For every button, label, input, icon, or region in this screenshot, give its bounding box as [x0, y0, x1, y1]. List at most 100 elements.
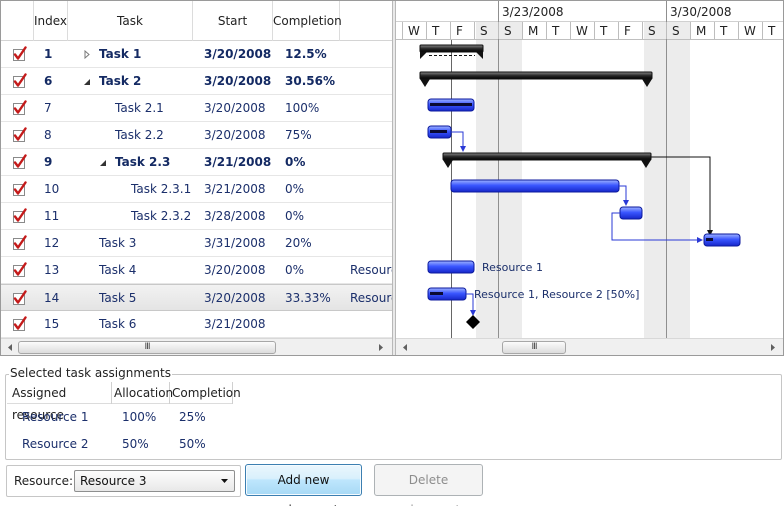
resource-select[interactable]: Resource 3	[74, 470, 235, 492]
chart-horizontal-scrollbar[interactable]: III	[396, 338, 783, 355]
completion-column-header[interactable]: Completion	[273, 1, 342, 41]
start-column-header[interactable]: Start	[193, 1, 273, 41]
task-row[interactable]: 10 Task 2.3.1 3/21/2008 0%	[1, 176, 392, 203]
assigned-resource-column-header[interactable]: Assigned resource	[7, 382, 112, 422]
task-column-header[interactable]: Task	[68, 1, 193, 41]
checkbox-checked-icon[interactable]	[12, 73, 27, 89]
grid-horizontal-scrollbar[interactable]: III	[1, 338, 392, 355]
task-resource	[350, 122, 392, 149]
assignment-row[interactable]: Resource 1 100% 25%	[7, 404, 307, 431]
task-2-3-2-bar[interactable]	[619, 206, 643, 220]
add-assignment-button[interactable]: Add new assignment	[245, 464, 362, 506]
scroll-right-icon[interactable]	[377, 343, 385, 352]
gantt-timeline: 3/23/2008 3/30/2008 WTFSSMTWTFSSMTWT Res…	[396, 1, 783, 338]
task-row[interactable]: 11 Task 2.3.2 3/28/2008 0%	[1, 203, 392, 230]
task-completion: 33.33%	[285, 291, 331, 305]
task-row[interactable]: 8 Task 2.2 3/20/2008 75%	[1, 122, 392, 149]
grid-scroll-thumb[interactable]: III	[18, 341, 276, 354]
task-5-resource-label: Resource 1, Resource 2 [50%]	[474, 288, 639, 301]
task-start: 3/21/2008	[204, 182, 266, 196]
checkbox-checked-icon[interactable]	[12, 127, 27, 143]
day-label: T	[431, 24, 440, 38]
week-label: 3/30/2008	[670, 5, 732, 19]
assignments-grid-header: Assigned resource Allocation Completion	[7, 382, 241, 422]
checkbox-checked-icon[interactable]	[12, 181, 27, 197]
task-completion: 12.5%	[285, 47, 327, 61]
delete-assignments-button[interactable]: Delete assignments	[374, 464, 483, 506]
task-row[interactable]: 9 Task 2.3 3/21/2008 0%	[1, 149, 392, 176]
checkbox-checked-icon[interactable]	[12, 154, 27, 170]
task-row[interactable]: 7 Task 2.1 3/20/2008 100%	[1, 95, 392, 122]
assignment-row[interactable]: Resource 2 50% 50%	[7, 431, 307, 458]
assignment-resource: Resource 2	[22, 437, 89, 451]
day-label: S	[480, 24, 488, 38]
allocation-column-header[interactable]: Allocation	[112, 382, 173, 404]
day-label: W	[576, 24, 588, 38]
day-label: F	[624, 24, 631, 38]
task-3-bar[interactable]	[703, 233, 741, 247]
checkbox-column-header[interactable]	[1, 1, 34, 41]
day-label: T	[719, 24, 728, 38]
task-name: Task 4	[99, 263, 137, 277]
task-2-3-summary-bar[interactable]	[442, 152, 652, 168]
day-label: S	[504, 24, 512, 38]
task-start: 3/21/2008	[204, 155, 272, 169]
task-name: Task 5	[99, 291, 137, 305]
task-index: 8	[44, 128, 52, 142]
assignment-completion: 50%	[179, 437, 206, 451]
task-completion: 0%	[285, 209, 305, 223]
task-index: 1	[44, 47, 53, 61]
dependency-arrow	[451, 131, 466, 152]
day-label: T	[767, 24, 776, 38]
task-index: 7	[44, 101, 52, 115]
collapse-icon[interactable]	[99, 158, 107, 167]
task-name: Task 2.2	[115, 128, 164, 142]
resource-label: Resource:	[14, 474, 74, 488]
task-row[interactable]: 15 Task 6 3/21/2008	[1, 311, 392, 338]
task-row[interactable]: 1 Task 1 3/20/2008 12.5%	[1, 41, 392, 68]
resource-select-value: Resource 3	[80, 474, 147, 488]
checkbox-checked-icon[interactable]	[12, 262, 27, 278]
task-row[interactable]: 13 Task 4 3/20/2008 0% Resourc	[1, 257, 392, 284]
task-name: Task 2.3.1	[131, 182, 192, 196]
day-label: S	[648, 24, 656, 38]
task-5-bar[interactable]	[427, 287, 467, 301]
task-index: 9	[44, 155, 53, 169]
checkbox-checked-icon[interactable]	[12, 100, 27, 116]
task-start: 3/20/2008	[204, 263, 266, 277]
expand-icon[interactable]	[83, 50, 91, 59]
assignment-completion: 25%	[179, 410, 206, 424]
scroll-right-icon[interactable]	[769, 343, 777, 352]
task-2-2-bar[interactable]	[427, 125, 452, 139]
completion-column-header[interactable]: Completion	[170, 382, 241, 404]
day-label: M	[696, 24, 706, 38]
scroll-left-icon[interactable]	[6, 343, 14, 352]
checkbox-checked-icon[interactable]	[12, 235, 27, 251]
task-row[interactable]: 6 Task 2 3/20/2008 30.56%	[1, 68, 392, 95]
index-column-header[interactable]: Index	[34, 1, 68, 41]
task-2-summary-bar[interactable]	[419, 71, 653, 87]
checkbox-checked-icon[interactable]	[12, 290, 27, 306]
task-4-bar[interactable]	[427, 260, 475, 274]
checkbox-checked-icon[interactable]	[12, 208, 27, 224]
chart-scroll-thumb[interactable]: III	[502, 341, 566, 354]
resource-column-header[interactable]	[340, 1, 392, 41]
task-start: 3/31/2008	[204, 236, 266, 250]
scroll-left-icon[interactable]	[401, 343, 409, 352]
task-index: 6	[44, 74, 53, 88]
task-row[interactable]: 12 Task 3 3/31/2008 20%	[1, 230, 392, 257]
task-resource	[350, 176, 392, 203]
collapse-icon[interactable]	[83, 77, 91, 86]
gantt-window: Index Task Start Completion 1 Task 1 3/20/…	[0, 0, 784, 506]
task-2-3-1-bar[interactable]	[450, 179, 620, 193]
task-resource	[350, 149, 392, 176]
task-completion: 0%	[285, 263, 305, 277]
checkbox-checked-icon[interactable]	[12, 316, 27, 332]
task-index: 14	[44, 291, 60, 305]
task-name: Task 3	[99, 236, 137, 250]
task-2-1-bar[interactable]	[427, 98, 475, 112]
week-label: 3/23/2008	[502, 5, 564, 19]
task-row[interactable]: 14 Task 5 3/20/2008 33.33% Resourc	[1, 284, 392, 311]
checkbox-checked-icon[interactable]	[12, 46, 27, 62]
task-resource	[350, 230, 392, 257]
